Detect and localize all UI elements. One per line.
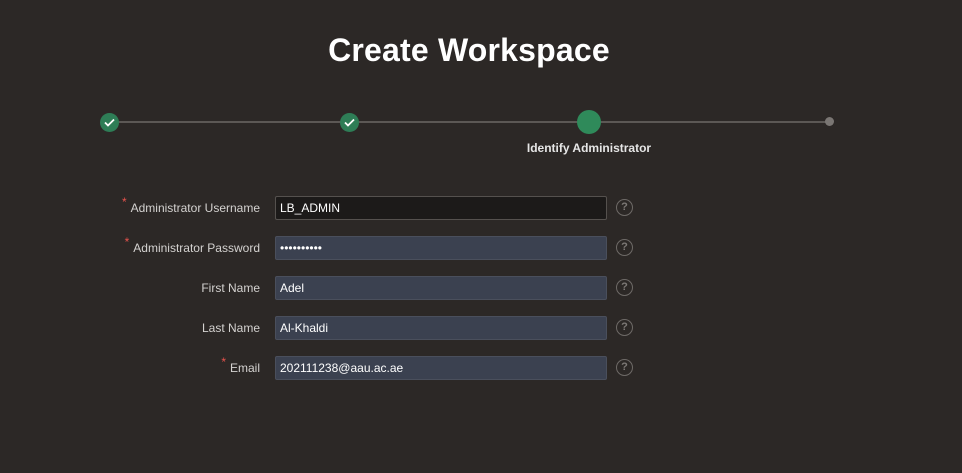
last-name-label: Last Name [201,321,260,335]
password-field[interactable] [275,236,607,260]
email-label: Email [229,361,260,375]
progress-train: Identify Administrator [0,0,962,170]
username-label: Administrator Username [130,201,260,215]
train-step-3-current [577,110,601,134]
help-icon[interactable]: ? [616,279,633,296]
form-row-email: *Email ? [0,355,962,380]
train-step-2[interactable] [340,113,359,132]
username-field[interactable] [275,196,607,220]
help-icon[interactable]: ? [616,319,633,336]
required-marker: * [121,195,127,209]
required-marker: * [221,355,226,369]
form-row-password: *Administrator Password ? [0,235,962,260]
first-name-label: First Name [201,281,260,295]
password-label: Administrator Password [133,241,260,255]
checkmark-icon [104,118,115,127]
train-step-4 [825,117,834,126]
checkmark-icon [344,118,355,127]
form-row-username: *Administrator Username ? [0,195,962,220]
help-icon[interactable]: ? [616,199,633,216]
form-row-first-name: First Name ? [0,276,962,300]
form-row-last-name: Last Name ? [0,316,962,340]
current-step-label: Identify Administrator [526,141,652,155]
train-step-1[interactable] [100,113,119,132]
required-marker: * [124,235,130,249]
help-icon[interactable]: ? [616,239,633,256]
train-line [110,121,830,123]
first-name-field[interactable] [275,276,607,300]
email-field[interactable] [275,356,607,380]
last-name-field[interactable] [275,316,607,340]
help-icon[interactable]: ? [616,359,633,376]
